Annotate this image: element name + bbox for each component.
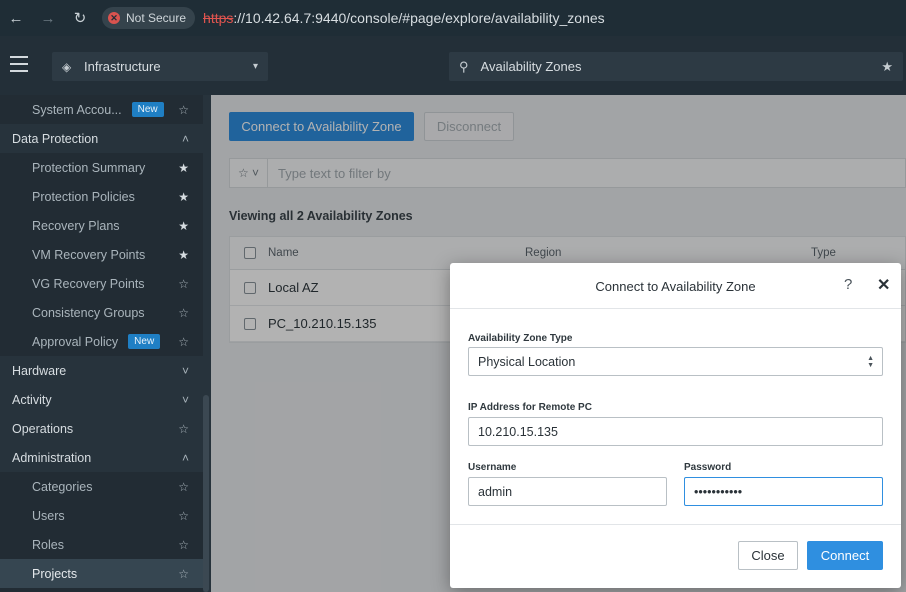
star-outline-icon[interactable]: ☆ [178, 509, 189, 523]
divider [450, 308, 901, 309]
star-outline-icon[interactable]: ☆ [178, 538, 189, 552]
sidebar-item-protection-policies[interactable]: Protection Policies ★ [0, 182, 203, 211]
sidebar-section-activity[interactable]: Activity ˅ [0, 385, 203, 414]
connect-az-dialog: Connect to Availability Zone ? ✕ Availab… [450, 263, 901, 588]
sidebar-item-operations[interactable]: Operations ☆ [0, 414, 203, 443]
star-outline-icon[interactable]: ☆ [178, 103, 189, 117]
star-filled-icon[interactable]: ★ [178, 190, 189, 204]
forward-icon[interactable]: → [32, 0, 64, 36]
dialog-title: Connect to Availability Zone [595, 279, 756, 294]
close-icon[interactable]: ✕ [877, 275, 890, 295]
az-type-select[interactable]: Physical Location ▲ ▼ [468, 347, 883, 376]
help-icon[interactable]: ? [844, 276, 852, 293]
star-filled-icon[interactable]: ★ [178, 161, 189, 175]
star-icon[interactable]: ★ [881, 59, 893, 75]
not-secure-icon: ✕ [108, 12, 120, 24]
star-filled-icon[interactable]: ★ [178, 248, 189, 262]
sidebar-item-roles[interactable]: Roles ☆ [0, 530, 203, 559]
sidebar-item-recovery-plans[interactable]: Recovery Plans ★ [0, 211, 203, 240]
ip-label: IP Address for Remote PC [468, 402, 592, 413]
sidebar-section-hardware[interactable]: Hardware ˅ [0, 356, 203, 385]
sidebar-item-protection-summary[interactable]: Protection Summary ★ [0, 153, 203, 182]
chevron-up-icon: ˄ [181, 450, 189, 465]
back-icon[interactable]: ← [0, 0, 32, 36]
username-input[interactable]: admin [468, 477, 667, 506]
new-badge: New [128, 334, 161, 349]
chevron-up-icon: ˄ [181, 131, 189, 146]
ip-address-input[interactable]: 10.210.15.135 [468, 417, 883, 446]
divider [450, 524, 901, 525]
star-outline-icon[interactable]: ☆ [178, 480, 189, 494]
az-type-label: Availability Zone Type [468, 333, 573, 344]
username-label: Username [468, 462, 517, 473]
sidebar: System Accou... New ☆ Data Protection ˄ … [0, 95, 211, 592]
star-outline-icon[interactable]: ☆ [178, 277, 189, 291]
chevron-down-icon: ▾ [252, 61, 258, 72]
reload-icon[interactable]: ↻ [64, 0, 96, 36]
sidebar-scrollbar[interactable] [203, 395, 209, 592]
browser-toolbar: ← → ↻ ✕ Not Secure https://10.42.64.7:94… [0, 0, 906, 36]
sidebar-item-users[interactable]: Users ☆ [0, 501, 203, 530]
security-label: Not Secure [126, 11, 187, 25]
sidebar-item-projects[interactable]: Projects ☆ [0, 559, 203, 588]
sidebar-section-data-protection[interactable]: Data Protection ˄ [0, 124, 203, 153]
sidebar-item-approval-policy[interactable]: Approval Policy New ☆ [0, 327, 203, 356]
context-label: Infrastructure [84, 59, 161, 74]
chevron-down-icon: ˅ [181, 392, 189, 407]
infrastructure-icon: ◈ [62, 59, 72, 74]
new-badge: New [131, 102, 164, 117]
security-indicator[interactable]: ✕ Not Secure [102, 7, 196, 29]
url-path: ://10.42.64.7:9440/console/#page/explore… [233, 10, 605, 26]
star-outline-icon[interactable]: ☆ [178, 422, 189, 436]
sidebar-section-administration[interactable]: Administration ˄ [0, 443, 203, 472]
address-bar[interactable]: https://10.42.64.7:9440/console/#page/ex… [203, 10, 605, 26]
hamburger-menu-icon[interactable] [10, 56, 28, 72]
sidebar-item-categories[interactable]: Categories ☆ [0, 472, 203, 501]
close-button[interactable]: Close [738, 541, 798, 570]
az-type-value: Physical Location [478, 354, 576, 369]
password-input[interactable]: ••••••••••• [684, 477, 883, 506]
app-header: ◈ Infrastructure ▾ ⚲ Availability Zones … [0, 36, 906, 95]
search-value: Availability Zones [480, 59, 582, 74]
star-filled-icon[interactable]: ★ [178, 219, 189, 233]
sidebar-item-consistency-groups[interactable]: Consistency Groups ☆ [0, 298, 203, 327]
star-outline-icon[interactable]: ☆ [178, 306, 189, 320]
search-icon: ⚲ [459, 58, 469, 74]
sidebar-item-system-accounts[interactable]: System Accou... New ☆ [0, 95, 203, 124]
select-arrows-icon: ▲ ▼ [867, 355, 874, 369]
context-dropdown[interactable]: ◈ Infrastructure ▾ [52, 52, 268, 81]
star-outline-icon[interactable]: ☆ [178, 567, 189, 581]
connect-button[interactable]: Connect [807, 541, 883, 570]
password-label: Password [684, 462, 732, 473]
sidebar-item-vg-recovery-points[interactable]: VG Recovery Points ☆ [0, 269, 203, 298]
global-search-input[interactable]: ⚲ Availability Zones ★ [449, 52, 903, 81]
sidebar-item-vm-recovery-points[interactable]: VM Recovery Points ★ [0, 240, 203, 269]
star-outline-icon[interactable]: ☆ [178, 335, 189, 349]
chevron-down-icon: ˅ [181, 363, 189, 378]
url-scheme: https [203, 10, 234, 26]
